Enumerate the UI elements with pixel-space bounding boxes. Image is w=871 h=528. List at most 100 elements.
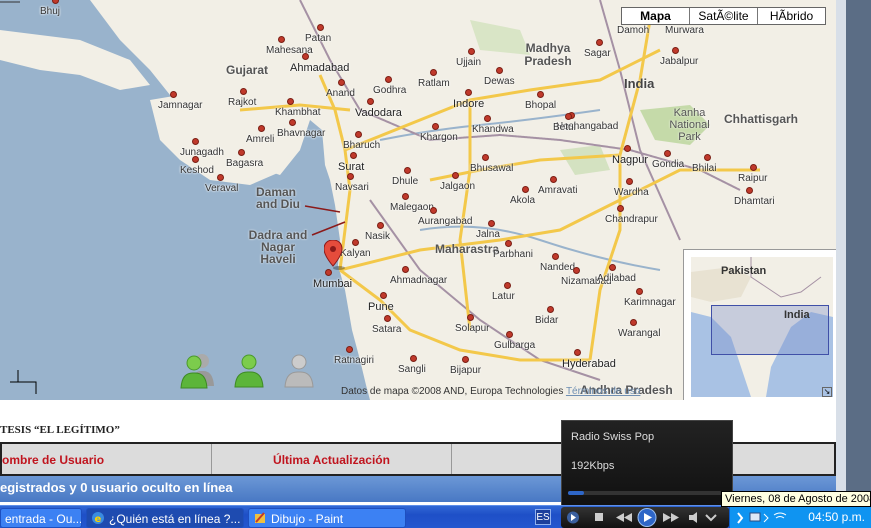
city-dot[interactable]: [289, 119, 296, 126]
city-dot[interactable]: [338, 79, 345, 86]
task-outlook[interactable]: entrada - Ou...: [0, 508, 82, 528]
city-dot[interactable]: [355, 131, 362, 138]
map-type-button[interactable]: Mapa: [622, 8, 689, 24]
city-dot[interactable]: [468, 48, 475, 55]
city-dot[interactable]: [624, 145, 631, 152]
city-label: Mumbai: [313, 278, 353, 290]
city-dot[interactable]: [170, 91, 177, 98]
city-dot[interactable]: [504, 282, 511, 289]
city-dot[interactable]: [596, 39, 603, 46]
city-dot[interactable]: [672, 47, 679, 54]
city-dot[interactable]: [347, 173, 354, 180]
city-dot[interactable]: [402, 193, 409, 200]
city-dot[interactable]: [432, 123, 439, 130]
city-dot[interactable]: [465, 89, 472, 96]
city-label: Bhavnagar: [277, 128, 326, 139]
city-dot[interactable]: [192, 156, 199, 163]
city-dot[interactable]: [574, 349, 581, 356]
city-label: Bhopal: [525, 100, 557, 111]
city-dot[interactable]: [626, 178, 633, 185]
city-dot[interactable]: [302, 53, 309, 60]
region-label: Dadra and Nagar Haveli: [248, 228, 308, 266]
city-dot[interactable]: [346, 346, 353, 353]
city-dot[interactable]: [385, 76, 392, 83]
city-dot[interactable]: [746, 187, 753, 194]
map-type-control: Mapa SatÃ©lite HÃ­brido: [621, 7, 826, 25]
city-dot[interactable]: [522, 186, 529, 193]
city-dot[interactable]: [506, 331, 513, 338]
city-label: Nagpur: [612, 154, 649, 166]
city-dot[interactable]: [552, 253, 559, 260]
city-dot[interactable]: [537, 91, 544, 98]
city-label: Amravati: [538, 185, 578, 196]
collapse-overview-icon[interactable]: ↘: [822, 387, 832, 397]
hybrid-type-button[interactable]: HÃ­brido: [757, 8, 825, 24]
city-dot[interactable]: [573, 267, 580, 274]
city-label: Bagasra: [226, 158, 264, 169]
task-paint[interactable]: Dibujo - Paint: [248, 508, 406, 528]
region-label: Kanha National Park: [669, 107, 710, 143]
city-dot[interactable]: [278, 36, 285, 43]
city-dot[interactable]: [430, 207, 437, 214]
city-dot[interactable]: [350, 152, 357, 159]
satellite-type-button[interactable]: SatÃ©lite: [689, 8, 757, 24]
city-dot[interactable]: [317, 24, 324, 31]
city-dot[interactable]: [404, 167, 411, 174]
city-label: Jalgaon: [440, 181, 476, 192]
city-dot[interactable]: [609, 264, 616, 271]
city-dot[interactable]: [352, 239, 359, 246]
language-indicator[interactable]: ES: [535, 509, 551, 525]
city-dot[interactable]: [617, 205, 624, 212]
city-dot[interactable]: [547, 306, 554, 313]
google-map[interactable]: Gujarat Madhya Pradesh India Maharastra …: [0, 0, 836, 400]
radio-bitrate: 192Kbps: [571, 460, 615, 472]
city-dot[interactable]: [384, 315, 391, 322]
city-label: Keshod: [180, 165, 214, 176]
radio-progress-bar[interactable]: [568, 491, 728, 495]
region-label: Gujarat: [226, 63, 269, 77]
desktop: Gujarat Madhya Pradesh India Maharastra …: [0, 0, 871, 528]
city-dot[interactable]: [636, 288, 643, 295]
city-label: Dhamtari: [734, 196, 775, 207]
city-dot[interactable]: [410, 355, 417, 362]
terms-link[interactable]: Términos de uso: [566, 386, 640, 397]
city-dot[interactable]: [630, 319, 637, 326]
city-label: Bharuch: [343, 140, 381, 151]
col-last-update[interactable]: Última Actualización: [212, 444, 452, 474]
task-browser[interactable]: e ¿Quién está en línea ?...: [86, 508, 244, 528]
city-dot[interactable]: [402, 266, 409, 273]
col-username[interactable]: ombre de Usuario: [2, 444, 212, 474]
city-dot[interactable]: [488, 220, 495, 227]
city-dot[interactable]: [467, 314, 474, 321]
city-dot[interactable]: [496, 67, 503, 74]
city-dot[interactable]: [377, 222, 384, 229]
city-dot[interactable]: [505, 240, 512, 247]
city-dot[interactable]: [238, 149, 245, 156]
city-dot[interactable]: [462, 356, 469, 363]
city-dot[interactable]: [192, 138, 199, 145]
viewport-box[interactable]: [711, 305, 829, 355]
city-label: Chandrapur: [605, 214, 658, 225]
city-dot[interactable]: [380, 292, 387, 299]
clock[interactable]: 04:50 p.m.: [808, 510, 865, 524]
city-label: Damoh: [617, 25, 650, 36]
city-dot[interactable]: [287, 98, 294, 105]
city-dot[interactable]: [367, 98, 374, 105]
city-dot[interactable]: [664, 150, 671, 157]
city-dot[interactable]: [565, 113, 572, 120]
city-dot[interactable]: [704, 154, 711, 161]
city-dot[interactable]: [452, 172, 459, 179]
tray-icons[interactable]: [736, 511, 796, 525]
city-dot[interactable]: [430, 69, 437, 76]
city-label: Amreli: [246, 134, 275, 145]
city-dot[interactable]: [550, 176, 557, 183]
location-marker-icon[interactable]: [324, 240, 346, 274]
taskbar: entrada - Ou... e ¿Quién está en línea ?…: [0, 505, 871, 528]
city-dot[interactable]: [217, 174, 224, 181]
city-dot[interactable]: [750, 164, 757, 171]
city-dot[interactable]: [258, 125, 265, 132]
city-dot[interactable]: [482, 154, 489, 161]
city-dot[interactable]: [240, 88, 247, 95]
overview-map[interactable]: Pakistan India ↘: [683, 249, 836, 400]
city-dot[interactable]: [484, 115, 491, 122]
